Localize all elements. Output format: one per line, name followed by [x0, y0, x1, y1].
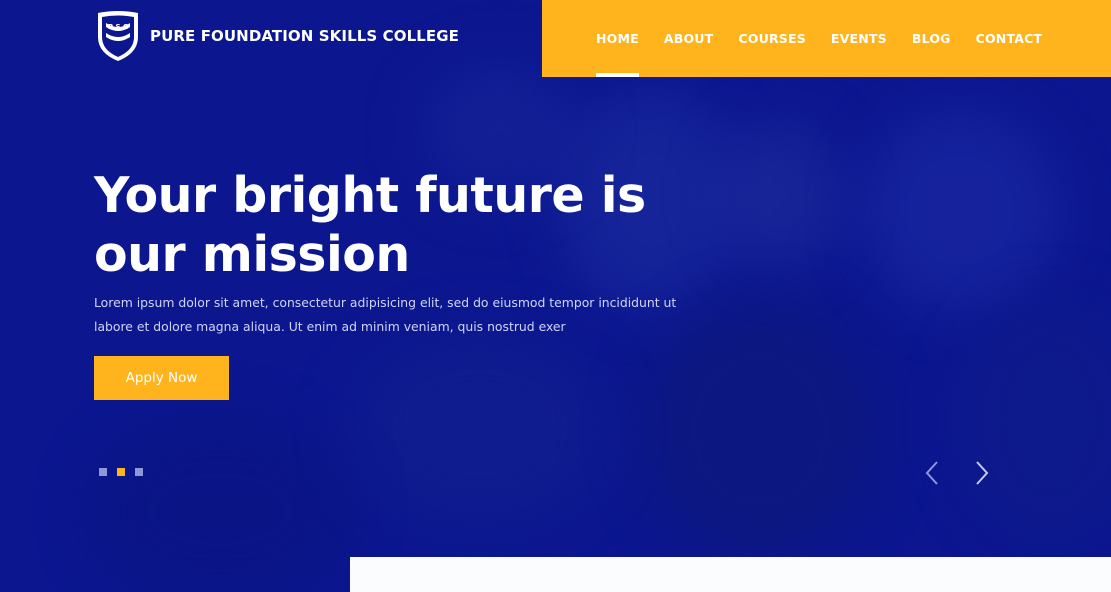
nav-item-about[interactable]: ABOUT	[664, 0, 714, 77]
hero-subtext-line-1: Lorem ipsum dolor sit amet, consectetur …	[94, 295, 677, 310]
svg-text:P S C: P S C	[108, 23, 128, 31]
crest-shield-icon: P S C	[98, 11, 138, 61]
content-panel	[350, 557, 1111, 592]
chevron-left-icon	[925, 461, 938, 485]
hero-subtext-line-2: labore et dolore magna aliqua. Ut enim a…	[94, 319, 566, 334]
hero-headline-line-2: our mission	[94, 226, 410, 283]
apply-now-button[interactable]: Apply Now	[94, 356, 229, 400]
slider-prev-button[interactable]	[918, 458, 946, 488]
slider-dot-1[interactable]	[99, 468, 107, 476]
nav-item-contact[interactable]: CONTACT	[976, 0, 1043, 77]
hero-headline-line-1: Your bright future is	[94, 167, 646, 224]
nav-item-blog[interactable]: BLOG	[912, 0, 951, 77]
nav-item-events[interactable]: EVENTS	[831, 0, 887, 77]
slider-dot-3[interactable]	[135, 468, 143, 476]
nav-item-home[interactable]: HOME	[596, 0, 639, 77]
slider-dot-2[interactable]	[117, 468, 125, 476]
brand-name: PURE FOUNDATION SKILLS COLLEGE	[150, 27, 459, 45]
brand-logo-link[interactable]: P S C PURE FOUNDATION SKILLS COLLEGE	[94, 9, 459, 63]
main-nav: HOME ABOUT COURSES EVENTS BLOG CONTACT	[542, 0, 1111, 77]
chevron-right-icon	[976, 461, 989, 485]
hero-headline: Your bright future is our mission	[94, 166, 654, 284]
hero-subtext: Lorem ipsum dolor sit amet, consectetur …	[94, 291, 694, 339]
nav-item-courses[interactable]: COURSES	[738, 0, 806, 77]
slider-dots	[99, 468, 153, 476]
slider-next-button[interactable]	[968, 458, 996, 488]
